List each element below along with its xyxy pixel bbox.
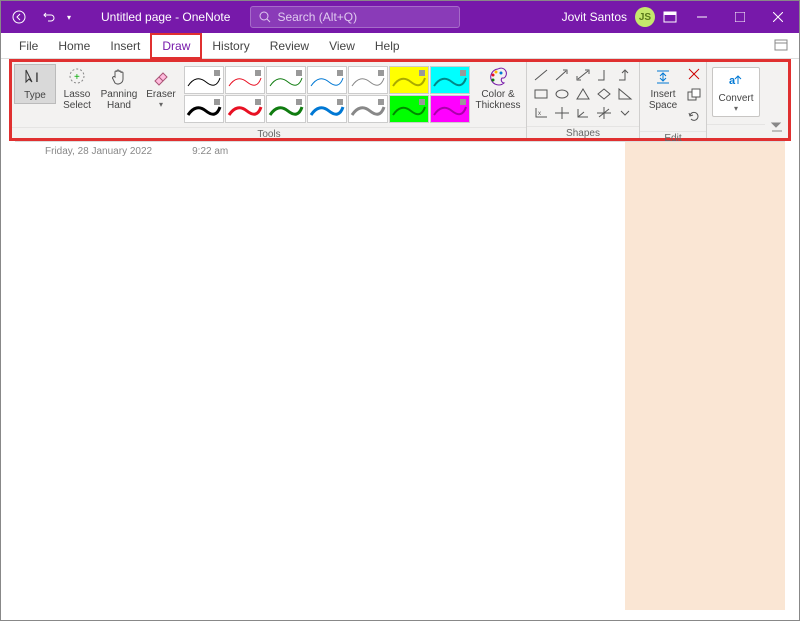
- maximize-button[interactable]: [723, 1, 757, 33]
- title-bar: ▾ Untitled page - OneNote Search (Alt+Q)…: [1, 1, 799, 33]
- convert-icon: a: [726, 70, 746, 92]
- pen-thin-red[interactable]: [225, 66, 265, 94]
- undo-button[interactable]: [37, 5, 61, 29]
- highlighter-green[interactable]: [389, 95, 429, 123]
- eraser-button[interactable]: Eraser ▾: [140, 64, 182, 112]
- titlebar-right: Jovit Santos JS: [562, 1, 799, 33]
- svg-text:a: a: [729, 75, 736, 87]
- user-name[interactable]: Jovit Santos: [562, 10, 627, 24]
- shape-axis-2d-full[interactable]: [552, 104, 572, 122]
- convert-button[interactable]: a Convert ▾: [712, 67, 760, 117]
- pen-thin-blue[interactable]: [307, 66, 347, 94]
- shape-ellipse[interactable]: [552, 85, 572, 103]
- edit-small-buttons: [684, 64, 704, 129]
- group-edit: Insert Space Edit: [640, 62, 707, 138]
- menu-view[interactable]: View: [319, 35, 365, 57]
- shape-elbow[interactable]: [594, 66, 614, 84]
- highlighter-cyan[interactable]: [430, 66, 470, 94]
- collapse-ribbon-icon[interactable]: [770, 121, 784, 136]
- pen-thick-red[interactable]: [225, 95, 265, 123]
- app-window: ▾ Untitled page - OneNote Search (Alt+Q)…: [0, 0, 800, 621]
- highlighter-magenta[interactable]: [430, 95, 470, 123]
- pen-thin-black[interactable]: [184, 66, 224, 94]
- menu-bar: File Home Insert Draw History Review Vie…: [1, 33, 799, 59]
- menu-review[interactable]: Review: [260, 35, 319, 57]
- page-canvas[interactable]: Friday, 28 January 2022 9:22 am: [15, 141, 785, 610]
- shapes-gallery: x: [529, 64, 637, 124]
- group-convert: a Convert ▾: [707, 62, 765, 138]
- insert-space-icon: [653, 66, 673, 88]
- svg-text:+: +: [74, 72, 80, 83]
- titlebar-left: ▾: [1, 5, 71, 29]
- ribbon-highlight: I Type + Lasso Select Panning Hand: [9, 59, 791, 141]
- shape-elbow-arrow[interactable]: [615, 66, 635, 84]
- pen-thick-gray[interactable]: [348, 95, 388, 123]
- svg-text:I: I: [35, 69, 39, 85]
- page-time: 9:22 am: [192, 146, 228, 157]
- search-box[interactable]: Search (Alt+Q): [250, 6, 460, 28]
- menu-file[interactable]: File: [9, 35, 48, 57]
- pen-thick-blue[interactable]: [307, 95, 347, 123]
- lasso-select-button[interactable]: + Lasso Select: [56, 64, 98, 113]
- highlighter-yellow[interactable]: [389, 66, 429, 94]
- shape-axis-3d-full[interactable]: [594, 104, 614, 122]
- shapes-more[interactable]: [615, 104, 635, 122]
- document-title: Untitled page - OneNote: [101, 10, 230, 24]
- chevron-down-icon: ▾: [159, 101, 163, 110]
- ribbon: I Type + Lasso Select Panning Hand: [12, 62, 788, 138]
- type-button[interactable]: I Type: [14, 64, 56, 104]
- side-panel[interactable]: [625, 142, 785, 610]
- insert-space-button[interactable]: Insert Space: [642, 64, 684, 113]
- palette-icon: [487, 66, 509, 88]
- chevron-down-icon: ▾: [734, 105, 738, 114]
- group-tools-label: Tools: [12, 127, 526, 141]
- pen-thick-black[interactable]: [184, 95, 224, 123]
- shape-right-triangle[interactable]: [615, 85, 635, 103]
- shape-triangle[interactable]: [573, 85, 593, 103]
- close-button[interactable]: [761, 1, 795, 33]
- shape-arrow[interactable]: [552, 66, 572, 84]
- menu-help[interactable]: Help: [365, 35, 410, 57]
- pen-thin-gray[interactable]: [348, 66, 388, 94]
- back-button[interactable]: [7, 5, 31, 29]
- shape-double-arrow[interactable]: [573, 66, 593, 84]
- group-tools: I Type + Lasso Select Panning Hand: [12, 62, 527, 138]
- shape-diamond[interactable]: [594, 85, 614, 103]
- user-avatar[interactable]: JS: [635, 7, 655, 27]
- pen-gallery: [182, 64, 472, 125]
- svg-text:x: x: [538, 111, 541, 117]
- shape-axis-2d[interactable]: x: [531, 104, 551, 122]
- cursor-text-icon: I: [24, 67, 46, 89]
- page-date: Friday, 28 January 2022: [45, 146, 152, 157]
- eraser-icon: [151, 66, 171, 88]
- shape-rectangle[interactable]: [531, 85, 551, 103]
- expand-ribbon-icon[interactable]: [773, 37, 791, 55]
- shape-line[interactable]: [531, 66, 551, 84]
- group-shapes: x Shapes: [527, 62, 640, 138]
- pen-thin-green[interactable]: [266, 66, 306, 94]
- menu-history[interactable]: History: [202, 35, 259, 57]
- undo-dropdown-icon[interactable]: ▾: [67, 13, 71, 22]
- search-icon: [259, 11, 271, 23]
- rotate-button[interactable]: [686, 108, 702, 127]
- minimize-button[interactable]: [685, 1, 719, 33]
- menu-insert[interactable]: Insert: [100, 35, 150, 57]
- delete-button[interactable]: [686, 66, 702, 85]
- arrange-button[interactable]: [686, 87, 702, 106]
- hand-icon: [109, 66, 129, 88]
- group-shapes-label: Shapes: [527, 126, 639, 140]
- search-placeholder: Search (Alt+Q): [277, 10, 357, 24]
- menu-draw[interactable]: Draw: [150, 33, 202, 59]
- ribbon-display-button[interactable]: [659, 6, 681, 28]
- panning-hand-button[interactable]: Panning Hand: [98, 64, 140, 113]
- lasso-icon: +: [66, 66, 88, 88]
- color-thickness-button[interactable]: Color & Thickness: [472, 64, 524, 113]
- shape-axis-3d[interactable]: [573, 104, 593, 122]
- menu-home[interactable]: Home: [48, 35, 100, 57]
- pen-thick-green[interactable]: [266, 95, 306, 123]
